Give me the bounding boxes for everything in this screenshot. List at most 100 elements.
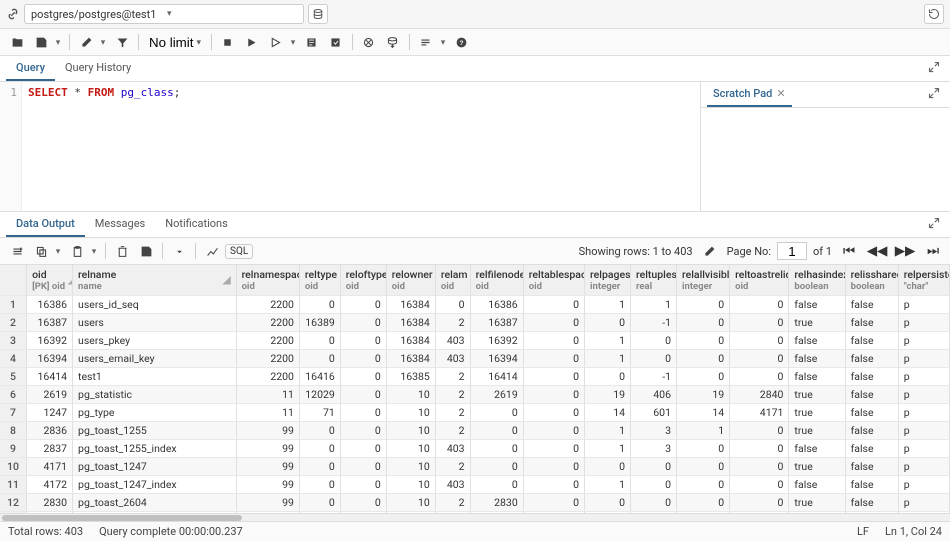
cell[interactable]: 19	[677, 386, 730, 404]
cell[interactable]: 19	[585, 386, 631, 404]
cell[interactable]: false	[789, 476, 845, 494]
cell[interactable]: p	[898, 494, 949, 512]
cell[interactable]: 16384	[386, 332, 435, 350]
horizontal-scrollbar[interactable]	[0, 513, 950, 521]
commit-button[interactable]	[325, 32, 347, 52]
rollback-button[interactable]	[358, 32, 380, 52]
row-number[interactable]: 12	[0, 494, 27, 512]
cell[interactable]: true	[789, 314, 845, 332]
cell[interactable]: 1	[677, 422, 730, 440]
page-number-input[interactable]	[777, 242, 807, 260]
explain-analyze-button[interactable]	[301, 32, 323, 52]
expand-scratch-icon[interactable]	[924, 83, 944, 106]
cell[interactable]: 601	[631, 404, 677, 422]
cell[interactable]: true	[789, 422, 845, 440]
cell[interactable]: 99	[236, 476, 299, 494]
cell[interactable]: false	[845, 494, 898, 512]
cell[interactable]: 10	[386, 422, 435, 440]
cell[interactable]: 16387	[27, 314, 73, 332]
cell[interactable]: 0	[631, 332, 677, 350]
cell[interactable]: 2830	[470, 494, 523, 512]
cell[interactable]: users_email_key	[73, 350, 237, 368]
cell[interactable]: true	[789, 458, 845, 476]
cell[interactable]: pg_toast_1255_index	[73, 440, 237, 458]
cell[interactable]: 16392	[27, 332, 73, 350]
help-button[interactable]: ?	[451, 32, 473, 52]
cell[interactable]: 2200	[236, 314, 299, 332]
table-row[interactable]: 114172pg_toast_1247_index990010403001000…	[0, 476, 950, 494]
cell[interactable]: false	[789, 350, 845, 368]
cell[interactable]: 0	[299, 476, 340, 494]
cell[interactable]: 0	[523, 458, 584, 476]
cell[interactable]: 2200	[236, 296, 299, 314]
cell[interactable]: 16384	[386, 350, 435, 368]
cell[interactable]: 0	[631, 494, 677, 512]
cell[interactable]: 1247	[27, 404, 73, 422]
copy-dropdown[interactable]: ▾	[52, 241, 64, 261]
delete-row-button[interactable]	[111, 241, 133, 261]
table-row[interactable]: 416394users_email_key2200001638440316394…	[0, 350, 950, 368]
cell[interactable]: 10	[386, 458, 435, 476]
table-row[interactable]: 316392users_pkey220000163844031639201000…	[0, 332, 950, 350]
cell[interactable]: 2840	[730, 386, 789, 404]
column-header-relowner[interactable]: relowneroid◢	[386, 265, 435, 296]
cell[interactable]: 16394	[470, 350, 523, 368]
cell[interactable]: 14	[677, 404, 730, 422]
cell[interactable]: 0	[523, 350, 584, 368]
cell[interactable]: 16384	[386, 314, 435, 332]
last-page-button[interactable]: ⏭	[922, 241, 944, 261]
cell[interactable]: 11	[236, 404, 299, 422]
cell[interactable]: false	[845, 314, 898, 332]
cell[interactable]: 16386	[470, 296, 523, 314]
cell[interactable]: 4171	[27, 458, 73, 476]
cell[interactable]: 0	[523, 404, 584, 422]
cell[interactable]: false	[845, 296, 898, 314]
cell[interactable]: false	[845, 386, 898, 404]
stop-button[interactable]	[217, 32, 239, 52]
cell[interactable]: p	[898, 314, 949, 332]
cell[interactable]: 0	[340, 314, 386, 332]
cell[interactable]: test1	[73, 368, 237, 386]
cell[interactable]: 10	[386, 476, 435, 494]
row-number[interactable]: 2	[0, 314, 27, 332]
cell[interactable]: pg_toast_1255	[73, 422, 237, 440]
cell[interactable]: pg_toast_2604	[73, 494, 237, 512]
cell[interactable]: 403	[435, 332, 470, 350]
cell[interactable]: 2619	[27, 386, 73, 404]
column-header-reltuples[interactable]: reltuplesreal◢	[631, 265, 677, 296]
column-header-reltablespace[interactable]: reltablespaceoid◢	[523, 265, 584, 296]
cell[interactable]: 0	[730, 422, 789, 440]
cell[interactable]: 0	[340, 404, 386, 422]
cell[interactable]: true	[789, 494, 845, 512]
cell[interactable]: 0	[299, 440, 340, 458]
cell[interactable]: 2	[435, 458, 470, 476]
cell[interactable]: pg_toast_1247_index	[73, 476, 237, 494]
save-button[interactable]	[30, 32, 52, 52]
close-icon[interactable]: ✕	[776, 87, 785, 100]
row-number[interactable]: 4	[0, 350, 27, 368]
cell[interactable]: 2	[435, 494, 470, 512]
cell[interactable]: 2837	[27, 440, 73, 458]
row-number[interactable]: 8	[0, 422, 27, 440]
save-data-button[interactable]	[135, 241, 157, 261]
tab-messages[interactable]: Messages	[85, 212, 155, 237]
edit-button[interactable]	[75, 32, 97, 52]
cell[interactable]: 10	[386, 440, 435, 458]
cell[interactable]: 0	[340, 368, 386, 386]
table-row[interactable]: 104171pg_toast_12479900102000000truefals…	[0, 458, 950, 476]
cell[interactable]: false	[789, 296, 845, 314]
cell[interactable]: true	[789, 404, 845, 422]
cell[interactable]: 0	[677, 332, 730, 350]
cell[interactable]: -1	[631, 368, 677, 386]
cell[interactable]: 0	[523, 440, 584, 458]
cell[interactable]: 0	[523, 332, 584, 350]
cell[interactable]: 0	[435, 296, 470, 314]
cell[interactable]: 0	[677, 494, 730, 512]
cell[interactable]: 0	[677, 440, 730, 458]
cell[interactable]: 16385	[386, 368, 435, 386]
row-number[interactable]: 6	[0, 386, 27, 404]
cell[interactable]: 99	[236, 494, 299, 512]
connection-selector[interactable]: postgres/postgres@test1 ▾	[24, 4, 304, 24]
cell[interactable]: 2	[435, 368, 470, 386]
prev-page-button[interactable]: ◀◀	[866, 241, 888, 261]
